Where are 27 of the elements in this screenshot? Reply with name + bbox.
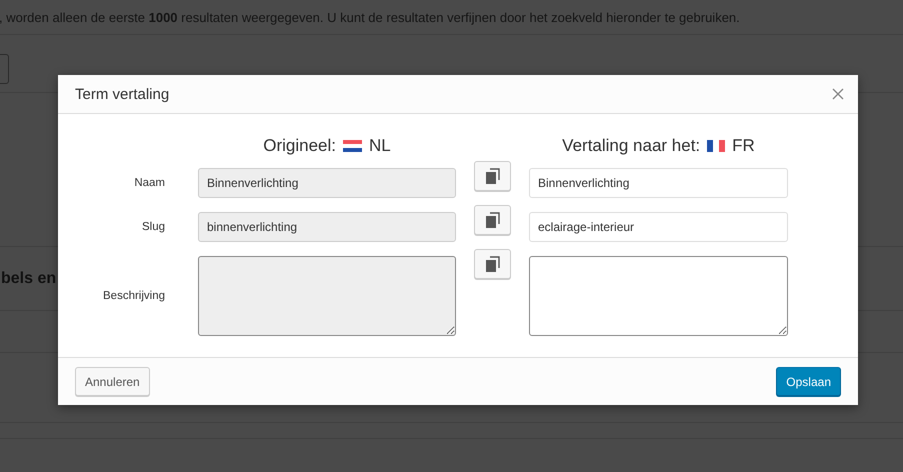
field-label: Naam (134, 177, 165, 189)
language-code: NL (369, 136, 391, 156)
dialog-title: Term vertaling (75, 86, 170, 102)
save-button[interactable]: Opslaan (776, 367, 841, 396)
cancel-button[interactable]: Annuleren (75, 367, 150, 396)
flag-icon (343, 140, 362, 152)
copy-icon (486, 168, 500, 184)
copy-button[interactable] (474, 249, 511, 279)
language-code: FR (732, 136, 755, 156)
input-field[interactable]: Binnenverlichting (198, 168, 456, 198)
column-heading: Origineel: (263, 136, 336, 156)
close-button[interactable] (830, 86, 846, 102)
textarea-field[interactable] (198, 256, 456, 336)
copy-button[interactable] (474, 205, 511, 235)
column-heading: Vertaling naar het: (562, 136, 700, 156)
section-heading: bels en (1, 270, 56, 288)
input-field[interactable]: Binnenverlichting (529, 168, 788, 198)
textarea-field[interactable] (529, 256, 788, 336)
copy-button[interactable] (474, 161, 511, 191)
copy-icon (486, 256, 500, 272)
flag-icon (707, 140, 726, 152)
close-icon (832, 88, 844, 100)
input-field[interactable]: eclairage-interieur (529, 212, 788, 242)
field-label: Beschrijving (103, 290, 165, 302)
copy-icon (486, 212, 500, 228)
input-field[interactable]: binnenverlichting (198, 212, 456, 242)
field-label: Slug (142, 221, 165, 233)
